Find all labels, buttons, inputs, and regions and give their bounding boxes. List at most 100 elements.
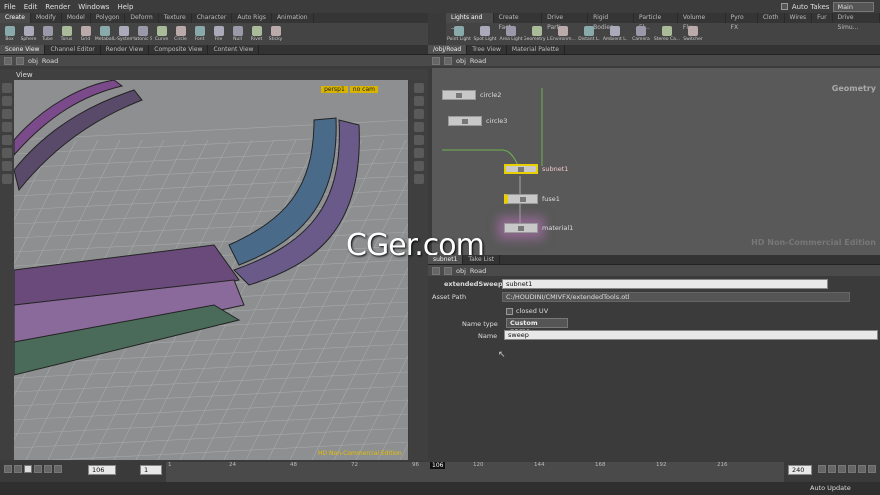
tab-model[interactable]: Model <box>62 13 91 23</box>
play-forward-button[interactable] <box>34 465 42 473</box>
wireframe-icon[interactable] <box>413 96 424 106</box>
tab-create[interactable]: Create <box>0 13 31 23</box>
net-path-root[interactable]: obj <box>456 57 466 65</box>
tool-stereo-ca-[interactable]: Stereo Ca... <box>654 26 680 42</box>
menu-file[interactable]: File <box>0 3 20 11</box>
forward-button[interactable] <box>16 56 24 65</box>
tool-tube[interactable]: Tube <box>38 26 57 42</box>
tab-composite-view[interactable]: Composite View <box>149 45 209 54</box>
tab-rigid-bodies[interactable]: Rigid Bodies <box>588 13 635 31</box>
tool-point-light[interactable]: Point Light <box>446 26 472 42</box>
point-display-icon[interactable] <box>413 148 424 158</box>
ghost-icon[interactable] <box>413 135 424 145</box>
select-tool-icon[interactable] <box>2 83 12 93</box>
tool-curve[interactable]: Curve <box>152 26 171 42</box>
tool-null[interactable]: Null <box>228 26 247 42</box>
timeline-scrubber[interactable]: 1 24 48 72 96 120 144 168 192 216 <box>166 462 784 482</box>
end-frame-field[interactable]: 240 <box>788 465 812 475</box>
tab-animation[interactable]: Animation <box>272 13 314 23</box>
tool-rivet[interactable]: Rivet <box>247 26 266 42</box>
tab-lights-and-[interactable]: Lights and ... <box>446 13 494 31</box>
param-path-root[interactable]: obj <box>456 267 466 275</box>
audio-icon[interactable] <box>828 465 836 473</box>
tab-fur[interactable]: Fur <box>812 13 833 23</box>
menu-help[interactable]: Help <box>113 3 137 11</box>
menu-edit[interactable]: Edit <box>20 3 42 11</box>
tab-drive-parti-[interactable]: Drive Parti... <box>542 13 589 31</box>
tool-circle[interactable]: Circle <box>171 26 190 42</box>
tool-ambient-l-[interactable]: Ambient L. <box>602 26 628 42</box>
node-fuse1[interactable]: fuse1 <box>504 194 560 204</box>
tab-pyro-fx[interactable]: Pyro FX <box>726 13 758 31</box>
display-options-icon[interactable] <box>413 83 424 93</box>
tool-metaball[interactable]: Metaball <box>95 26 114 42</box>
tool-environm-[interactable]: Environm... <box>550 26 576 42</box>
normal-display-icon[interactable] <box>413 161 424 171</box>
tool-switcher[interactable]: Switcher <box>680 26 706 42</box>
tool-sticky[interactable]: Sticky <box>266 26 285 42</box>
tab-volume-flu-[interactable]: Volume Flu... <box>678 13 726 31</box>
node-subnet1[interactable]: subnet1 <box>504 164 568 174</box>
menu-render[interactable]: Render <box>41 3 74 11</box>
tool-file[interactable]: File <box>209 26 228 42</box>
shaded-icon[interactable] <box>413 109 424 119</box>
current-frame-field[interactable]: 106 <box>88 465 116 475</box>
jump-start-button[interactable] <box>4 465 12 473</box>
param-back-button[interactable] <box>432 266 440 275</box>
persp-menu[interactable]: persp1 <box>321 86 348 93</box>
tab-content-view[interactable]: Content View <box>208 45 260 54</box>
play-reverse-button[interactable] <box>14 465 22 473</box>
frame-step-field[interactable]: 1 <box>140 465 162 475</box>
back-button[interactable] <box>4 56 12 65</box>
name-type-select[interactable]: Custom name <box>506 318 568 335</box>
jump-end-button[interactable] <box>54 465 62 473</box>
closed-uv-checkbox[interactable] <box>506 308 513 315</box>
node-name-field[interactable]: subnet1 <box>502 279 828 289</box>
tab-channel-editor[interactable]: Channel Editor <box>45 45 101 54</box>
camera-menu[interactable]: no cam <box>349 86 378 93</box>
tab-modify[interactable]: Modify <box>31 13 62 23</box>
param-path-node[interactable]: Road <box>470 267 486 275</box>
name-input[interactable]: sweep <box>504 330 878 340</box>
snapshot-icon[interactable] <box>413 174 424 184</box>
tab-texture[interactable]: Texture <box>159 13 192 23</box>
tool-torus[interactable]: Torus <box>57 26 76 42</box>
tab-cloth[interactable]: Cloth <box>758 13 785 23</box>
net-path-node[interactable]: Road <box>470 57 486 65</box>
node-material1[interactable]: material1 <box>504 223 573 233</box>
settings-icon[interactable] <box>868 465 876 473</box>
tab-render-view[interactable]: Render View <box>101 45 150 54</box>
handle-tool-icon[interactable] <box>2 135 12 145</box>
tab-particle-fl-[interactable]: Particle Fl... <box>634 13 678 31</box>
lighting-icon[interactable] <box>413 122 424 132</box>
tab-polygon[interactable]: Polygon <box>91 13 126 23</box>
tab-drive-simu-[interactable]: Drive Simu... <box>833 13 880 31</box>
path-root[interactable]: obj <box>28 57 38 65</box>
tool-sphere[interactable]: Sphere <box>19 26 38 42</box>
node-circle2[interactable]: circle2 <box>442 90 501 100</box>
snap-tool-icon[interactable] <box>2 174 12 184</box>
stop-button[interactable] <box>24 465 32 473</box>
tool-platonic-s-[interactable]: Platonic S. <box>133 26 152 42</box>
current-frame-marker[interactable]: 106 <box>430 462 446 469</box>
tool-grid[interactable]: Grid <box>76 26 95 42</box>
tool-camera[interactable]: Camera <box>628 26 654 42</box>
tool-distant-l-[interactable]: Distant L. <box>576 26 602 42</box>
menu-windows[interactable]: Windows <box>74 3 113 11</box>
auto-takes-checkbox[interactable] <box>780 3 788 10</box>
desktop-select[interactable]: Main <box>833 1 874 12</box>
move-tool-icon[interactable] <box>2 96 12 106</box>
global-anim-icon[interactable] <box>848 465 856 473</box>
3d-viewport[interactable]: HD Non-Commercial Edition persp1 no cam <box>14 80 408 460</box>
node-circle3[interactable]: circle3 <box>448 116 507 126</box>
range-icon[interactable] <box>838 465 846 473</box>
view-tool-icon[interactable] <box>2 161 12 171</box>
realtime-icon[interactable] <box>858 465 866 473</box>
tool-geometry-l-[interactable]: Geometry L. <box>524 26 550 42</box>
tool-font[interactable]: Font <box>190 26 209 42</box>
param-forward-button[interactable] <box>444 266 452 275</box>
net-forward-button[interactable] <box>444 56 452 65</box>
tab-scene-view[interactable]: Scene View <box>0 45 46 54</box>
tab-auto-rigs[interactable]: Auto Rigs <box>232 13 272 23</box>
tool-l-system[interactable]: L-System <box>114 26 133 42</box>
